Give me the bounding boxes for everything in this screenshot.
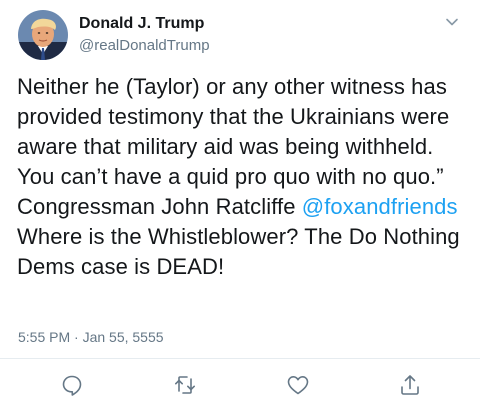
user-avatar-icon	[18, 10, 68, 60]
share-button[interactable]	[398, 373, 422, 397]
divider	[0, 358, 480, 359]
tweet-timestamp[interactable]: 5:55 PM · Jan 55, 5555	[18, 329, 164, 345]
reply-button[interactable]	[60, 373, 84, 397]
tweet-actions	[0, 373, 480, 397]
tweet-text-part2: Where is the Whistleblower? The Do Nothi…	[17, 224, 460, 279]
author-display-name[interactable]: Donald J. Trump	[79, 14, 210, 33]
mention-link[interactable]: @foxandfriends	[302, 194, 458, 219]
avatar[interactable]	[18, 10, 68, 60]
tweet-card: Donald J. Trump @realDonaldTrump Neither…	[0, 0, 480, 410]
author-block: Donald J. Trump @realDonaldTrump	[79, 14, 210, 55]
more-options-button[interactable]	[444, 14, 460, 30]
retweet-button[interactable]	[173, 373, 197, 397]
tweet-text: Neither he (Taylor) or any other witness…	[17, 72, 472, 282]
like-button[interactable]	[286, 373, 310, 397]
share-icon	[401, 375, 419, 395]
author-handle[interactable]: @realDonaldTrump	[79, 37, 210, 55]
reply-icon	[62, 375, 82, 396]
chevron-down-icon	[446, 18, 458, 26]
heart-icon	[287, 376, 309, 395]
retweet-icon	[175, 376, 195, 394]
